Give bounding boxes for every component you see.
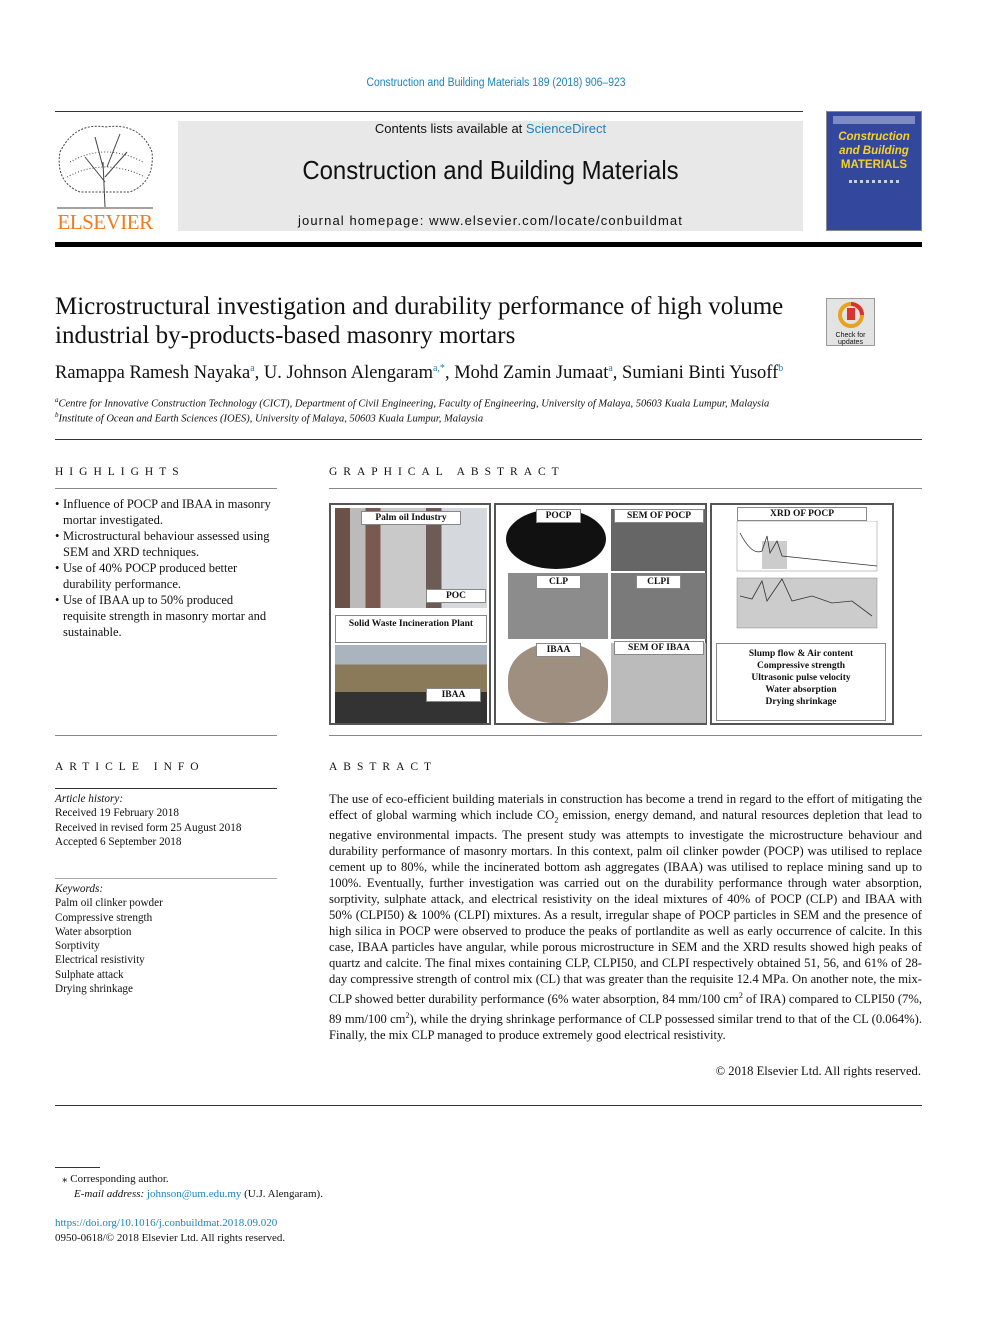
email-suffix: (U.J. Alengaram). [241,1188,323,1200]
highlight-item: Use of 40% POCP produced better durabili… [55,560,277,592]
author-sup[interactable]: b [778,363,783,374]
abstract-part: ), while the drying shrinkage performanc… [329,1012,922,1043]
elsevier-logo-text: ELSEVIER [57,210,153,234]
ga-panel-tests: XRD OF POCP Slump flow & Air content Com… [710,503,894,725]
article-title: Microstructural investigation and durabi… [55,293,784,349]
corresponding-author-note: ⁎ Corresponding author. [62,1173,169,1185]
abstract-text: The use of eco-efficient building materi… [329,792,922,1044]
keywords-label: Keywords: [55,883,104,895]
keyword: Sorptivity [55,940,100,953]
graphical-abstract-heading: GRAPHICAL ABSTRACT [329,466,565,478]
ga-label: CLPI [636,575,681,589]
journal-title: Construction and Building Materials [302,155,679,185]
keyword: Water absorption [55,925,132,938]
xrd-plot-image [736,521,878,629]
article-history: Article history: Received 19 February 20… [55,792,241,849]
author-sup[interactable]: a [250,363,254,374]
divider [329,735,922,736]
ga-label: XRD OF POCP [737,507,867,521]
issn-line: 0950-0618/© 2018 Elsevier Ltd. All right… [55,1232,286,1244]
journal-cover[interactable]: Construction and Building MATERIALS [826,111,922,231]
affiliation-b: bInstitute of Ocean and Earth Sciences (… [55,411,483,425]
ga-test: Ultrasonic pulse velocity [751,673,851,683]
highlights-heading: HIGHLIGHTS [55,466,185,478]
highlight-item: Influence of POCP and IBAA in masonry mo… [55,496,277,528]
email-label: E-mail address: [74,1188,147,1200]
ga-label: CLP [536,575,581,589]
journal-citation-link[interactable]: Construction and Building Materials 189 … [50,77,943,89]
author[interactable]: Mohd Zamin Jumaat [454,363,608,383]
contents-line: Contents lists available at ScienceDirec… [178,121,803,136]
ga-label: SEM OF POCP [614,509,704,523]
check-updates-label: Check for updates [835,332,866,346]
email-link[interactable]: johnson@um.edu.my [147,1188,241,1200]
keyword: Compressive strength [55,911,153,924]
cover-line: and Building [839,145,909,157]
copyright: © 2018 Elsevier Ltd. All rights reserved… [715,1064,921,1078]
history-label: Article history: [55,793,124,805]
article-info-heading: ARTICLE INFO [55,761,205,773]
divider [55,1105,922,1106]
affil-text: Centre for Innovative Construction Techn… [58,398,770,410]
ga-test: Slump flow & Air content [748,649,854,659]
ga-panel-sources: Palm oil Industry POC Solid Waste Incine… [329,503,491,725]
affiliation-a: aCentre for Innovative Construction Tech… [55,396,769,410]
keywords: Keywords: Palm oil clinker powder Compre… [55,882,163,996]
ga-label: IBAA [426,688,481,702]
header-thick-rule [55,242,922,247]
affil-text: Institute of Ocean and Earth Sciences (I… [58,413,484,425]
abstract-heading: ABSTRACT [329,761,438,773]
cover-line: Construction [838,131,910,143]
highlight-item: Use of IBAA up to 50% produced requisite… [55,592,277,640]
incineration-plant-photo [335,645,487,723]
journal-homepage[interactable]: journal homepage: www.elsevier.com/locat… [178,213,803,228]
doi-link[interactable]: https://doi.org/10.1016/j.conbuildmat.20… [55,1217,277,1229]
author[interactable]: U. Johnson Alengaram [264,363,433,383]
author-list: Ramappa Ramesh Nayakaa, U. Johnson Aleng… [55,363,784,384]
highlight-item: Microstructural behaviour assessed using… [55,528,277,560]
history-item: Received 19 February 2018 [55,807,179,820]
keyword: Sulphate attack [55,968,124,981]
divider [55,439,922,440]
check-for-updates-button[interactable]: Check for updates [826,298,875,346]
history-item: Accepted 6 September 2018 [55,835,182,848]
check-updates-icon [837,302,864,328]
ga-label: Solid Waste Incineration Plant [335,615,487,643]
ga-test: Compressive strength [756,661,846,671]
divider [55,735,277,736]
keyword: Palm oil clinker powder [55,897,163,910]
header-rule [55,111,803,112]
abstract-part: emission, energy demand, and natural res… [329,807,922,1007]
divider [329,488,922,489]
ga-test: Water absorption [765,685,837,695]
contents-prefix: Contents lists available at [374,121,526,136]
ga-label: SEM OF IBAA [614,641,704,655]
author-sup[interactable]: a [608,363,612,374]
ga-label: POCP [536,509,581,523]
sem-ibaa-image [611,643,706,723]
author[interactable]: Ramappa Ramesh Nayaka [55,363,250,383]
ga-test: Drying shrinkage [765,697,837,707]
cover-line: MATERIALS [840,159,908,171]
ga-label: Palm oil Industry [361,511,461,525]
divider [55,488,277,489]
sciencedirect-link[interactable]: ScienceDirect [526,121,606,136]
history-item: Received in revised form 25 August 2018 [55,821,242,834]
email-line: E-mail address: johnson@um.edu.my (U.J. … [74,1188,323,1200]
graphical-abstract-figure[interactable]: Palm oil Industry POC Solid Waste Incine… [329,503,894,725]
divider [55,878,277,879]
keyword: Electrical resistivity [55,954,145,967]
ga-tests-box: Slump flow & Air content Compressive str… [716,643,886,721]
ga-panel-materials: POCP SEM OF POCP CLP CLPI IBAA SEM OF IB… [494,503,707,725]
divider [55,788,277,789]
highlights-list: Influence of POCP and IBAA in masonry mo… [55,496,277,640]
keyword: Drying shrinkage [55,983,133,996]
footnote-rule [55,1167,100,1168]
author[interactable]: Sumiani Binti Yusoff [622,363,778,383]
ga-label: IBAA [536,643,581,657]
ga-label: POC [426,589,486,603]
author-sup[interactable]: a,* [433,363,445,374]
